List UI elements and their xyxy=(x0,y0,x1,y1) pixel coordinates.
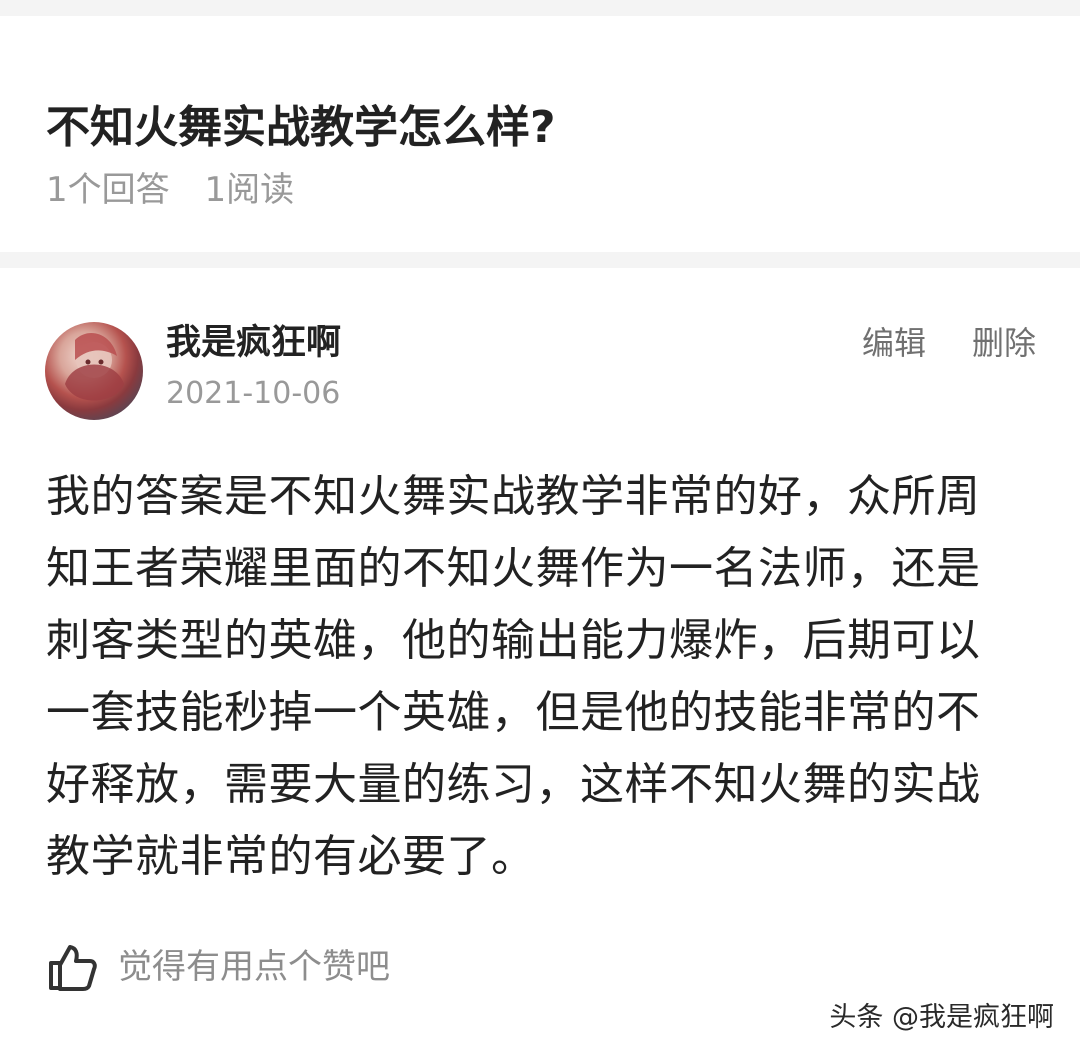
watermark: 头条 @我是疯狂啊 xyxy=(829,1002,1054,1033)
thumbs-up-icon[interactable] xyxy=(46,941,98,993)
answer-text-line: 刺客类型的英雄，他的输出能力爆炸，后期可以 xyxy=(46,615,981,666)
answer-text-line: 一套技能秒掉一个英雄，但是他的技能非常的不 xyxy=(46,687,981,738)
answer-text-line: 教学就非常的有必要了。 xyxy=(46,831,536,882)
answer-text-line: 我的答案是不知火舞实战教学非常的好，众所周 xyxy=(46,471,981,522)
like-label: 觉得有用点个赞吧 xyxy=(118,947,390,987)
edit-button[interactable]: 编辑 xyxy=(862,322,926,364)
answer-text-line: 好释放，需要大量的练习，这样不知火舞的实战 xyxy=(46,759,981,810)
delete-button[interactable]: 删除 xyxy=(972,322,1036,364)
answer-text-line: 知王者荣耀里面的不知火舞作为一名法师，还是 xyxy=(46,543,981,594)
answer-card: 我是疯狂啊 2021-10-06 编辑 删除 我的答案是不知火舞实战教学非常的好… xyxy=(0,268,1080,1055)
avatar[interactable] xyxy=(45,322,143,420)
question-meta: 1个回答 1阅读 xyxy=(46,168,294,212)
author-name[interactable]: 我是疯狂啊 xyxy=(166,320,341,366)
question-title: 不知火舞实战教学怎么样? xyxy=(46,102,556,154)
like-button[interactable]: 觉得有用点个赞吧 xyxy=(46,940,390,994)
answer-text: 我的答案是不知火舞实战教学非常的好，众所周 知王者荣耀里面的不知火舞作为一名法师… xyxy=(46,461,1036,893)
read-count: 1阅读 xyxy=(204,170,295,210)
question-card: 不知火舞实战教学怎么样? 1个回答 1阅读 xyxy=(0,16,1080,252)
answer-count: 1个回答 xyxy=(46,170,170,210)
answer-date: 2021-10-06 xyxy=(166,376,341,411)
